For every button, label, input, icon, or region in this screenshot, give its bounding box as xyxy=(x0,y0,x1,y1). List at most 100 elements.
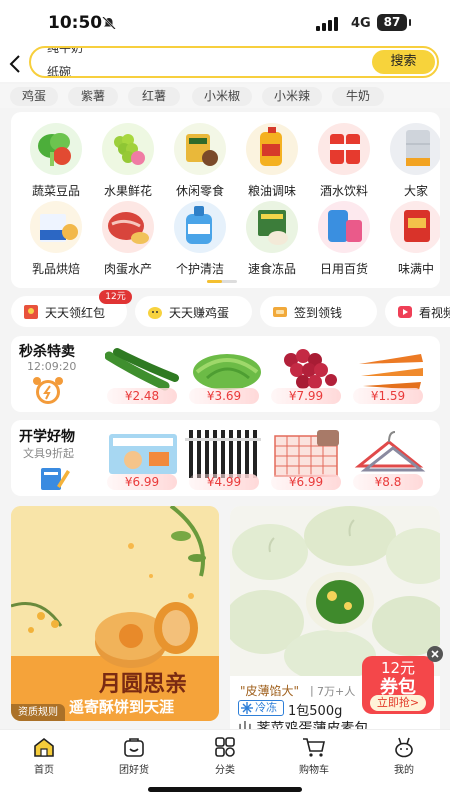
snowflake-icon xyxy=(241,702,253,714)
category-label: 水果鲜花 xyxy=(103,184,152,198)
nav-label: 购物车 xyxy=(299,765,329,776)
promo-label: 天天赚鸡蛋 xyxy=(169,306,230,320)
status-time: 10:50 xyxy=(48,13,103,33)
category-label: 味满中 xyxy=(397,262,434,276)
school-title: 开学好物 xyxy=(19,429,75,445)
qualification-tag[interactable]: 资质规则 xyxy=(11,704,65,721)
hot-search-chip[interactable]: 小米辣 xyxy=(262,87,322,106)
hot-search-chip[interactable]: 牛奶 xyxy=(332,87,384,106)
category-home-appliance[interactable]: 大家 xyxy=(381,122,440,202)
promo-label: 天天领红包 xyxy=(45,306,106,320)
flash-sale-section[interactable]: 秒杀特卖 12:09:20 ¥2.48 ¥3.69 ¥7.99 ¥1.59 xyxy=(11,336,440,412)
battery-icon: 87 xyxy=(377,14,411,31)
category-label: 蔬菜豆品 xyxy=(31,184,80,198)
category-drink[interactable]: 酒水饮料 xyxy=(309,122,379,202)
category-label: 肉蛋水产 xyxy=(103,262,152,276)
home-indicator xyxy=(148,787,302,792)
fruit-icon xyxy=(102,123,154,175)
category-label: 日用百货 xyxy=(319,262,368,276)
nav-cart[interactable]: 购物车 xyxy=(284,736,344,776)
banner-subtitle: 遥寄酥饼到天涯 xyxy=(69,698,175,716)
category-scroll-indicator xyxy=(207,280,237,283)
school-price: ¥8.8 xyxy=(353,474,423,490)
coupon-float[interactable]: 12元 券包 立即抢> xyxy=(362,656,434,714)
category-vegetable[interactable]: 蔬菜豆品 xyxy=(21,122,91,202)
nav-label: 团好货 xyxy=(119,765,149,776)
category-grid: 蔬菜豆品 水果鲜花 休闲零食 粮油调味 酒水饮料 大家 乳品烘焙 肉蛋水产 个护… xyxy=(11,112,440,288)
divider: | xyxy=(310,684,314,697)
search-suggestion-1: 纯牛奶 xyxy=(47,46,84,55)
school-subtitle: 文具9折起 xyxy=(23,447,74,460)
back-to-school-section[interactable]: 开学好物 文具9折起 ¥6.99 ¥4.99 ¥6.99 ¥8.8 xyxy=(11,420,440,496)
steamed-bun-image xyxy=(230,506,440,676)
category-milk[interactable]: 乳品烘焙 xyxy=(21,200,91,280)
category-fruit[interactable]: 水果鲜花 xyxy=(93,122,163,202)
category-label: 乳品烘焙 xyxy=(31,262,80,276)
product-spec: 1包500g xyxy=(288,704,343,719)
promo-checkin[interactable]: 签到领钱 xyxy=(260,296,377,327)
mooncake-banner[interactable]: 月圆思亲 遥寄酥饼到天涯 资质规则 xyxy=(11,506,219,721)
category-snack[interactable]: 休闲零食 xyxy=(165,122,235,202)
drink-icon xyxy=(318,123,370,175)
promo-label: 看视频 xyxy=(419,306,450,320)
hot-search-row: 鸡蛋 紫薯 红薯 小米椒 小米辣 牛奶 xyxy=(0,84,450,108)
nav-label: 首页 xyxy=(34,765,54,776)
promo-watch-video[interactable]: 看视频 xyxy=(385,296,450,327)
category-icon xyxy=(215,737,235,757)
banner-title: 月圆思亲 xyxy=(99,672,188,697)
gift-box-icon xyxy=(390,201,440,253)
category-daily-goods[interactable]: 日用百货 xyxy=(309,200,379,280)
category-label: 粮油调味 xyxy=(247,184,296,198)
cart-icon xyxy=(303,738,325,757)
signal-icon xyxy=(316,17,338,31)
product-name: 山 荠菜鸡蛋薄皮素包 xyxy=(238,721,369,729)
category-meat[interactable]: 肉蛋水产 xyxy=(93,200,163,280)
network-type: 4G xyxy=(351,16,371,31)
vegetable-icon xyxy=(30,123,82,175)
daily-goods-icon xyxy=(318,201,370,253)
hot-search-chip[interactable]: 小米椒 xyxy=(192,87,252,106)
red-packet-icon xyxy=(24,305,38,319)
profile-icon xyxy=(395,737,413,758)
search-input[interactable]: 纯牛奶 纸碗 搜索 xyxy=(29,46,439,78)
search-button[interactable]: 搜索 xyxy=(372,50,435,74)
group-buy-icon xyxy=(124,738,144,757)
category-frozen[interactable]: 速食冻品 xyxy=(237,200,307,280)
close-icon[interactable] xyxy=(427,646,443,662)
coupon-grab-button[interactable]: 立即抢> xyxy=(370,695,426,711)
category-gift-box[interactable]: 味满中 xyxy=(381,200,440,280)
promo-badge: 12元 xyxy=(99,290,132,304)
flash-price: ¥1.59 xyxy=(353,388,423,404)
product-ribbon: "皮薄馅大" xyxy=(240,684,300,698)
status-bar: 10:50 4G 87 xyxy=(0,0,450,46)
nav-label: 分类 xyxy=(215,765,235,776)
category-label: 大家 xyxy=(403,184,428,198)
nav-home[interactable]: 首页 xyxy=(14,736,74,776)
flash-price: ¥3.69 xyxy=(189,388,259,404)
category-label: 休闲零食 xyxy=(175,184,224,198)
coin-wallet-icon xyxy=(273,307,287,317)
school-price: ¥6.99 xyxy=(271,474,341,490)
category-cleaning[interactable]: 个护清洁 xyxy=(165,200,235,280)
hot-search-chip[interactable]: 鸡蛋 xyxy=(10,87,58,106)
category-oil[interactable]: 粮油调味 xyxy=(237,122,307,202)
snack-icon xyxy=(174,123,226,175)
back-arrow-icon[interactable] xyxy=(9,54,21,74)
chick-icon xyxy=(148,307,162,319)
flash-sale-title: 秒杀特卖 xyxy=(19,344,75,360)
hot-search-chip[interactable]: 红薯 xyxy=(128,87,180,106)
nav-category[interactable]: 分类 xyxy=(195,736,255,776)
nav-group-buy[interactable]: 团好货 xyxy=(104,736,164,776)
school-price: ¥6.99 xyxy=(107,474,177,490)
hot-search-chip[interactable]: 紫薯 xyxy=(68,87,118,106)
alarm-clock-icon xyxy=(33,377,63,404)
video-icon xyxy=(398,306,412,318)
category-label: 个护清洁 xyxy=(175,262,224,276)
home-appliance-icon xyxy=(390,123,440,175)
category-label: 酒水饮料 xyxy=(319,184,368,198)
milk-icon xyxy=(30,201,82,253)
promo-earn-eggs[interactable]: 天天赚鸡蛋 xyxy=(135,296,252,327)
product-sales: 7万+人 xyxy=(317,685,356,698)
category-label: 速食冻品 xyxy=(247,262,296,276)
nav-profile[interactable]: 我的 xyxy=(374,736,434,776)
